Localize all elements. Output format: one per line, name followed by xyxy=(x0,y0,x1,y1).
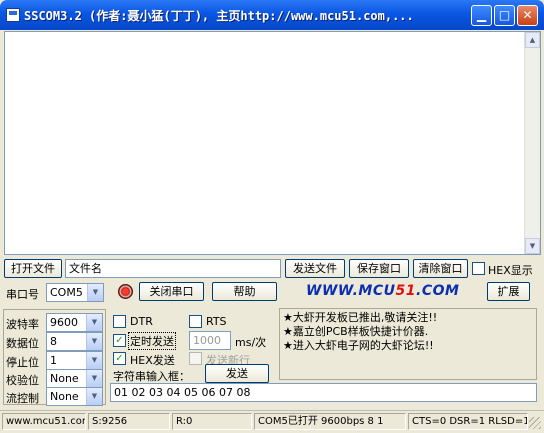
scroll-down-icon[interactable]: ▼ xyxy=(525,238,540,254)
app-icon xyxy=(6,8,20,22)
parity-value: None xyxy=(50,372,79,385)
hex-display-checkbox[interactable] xyxy=(472,262,485,275)
brand-part-2: 51 xyxy=(395,283,416,299)
chevron-down-icon[interactable]: ▼ xyxy=(86,333,102,350)
title-bar[interactable]: SSCOM3.2 (作者:聂小猛(丁丁), 主页http://www.mcu51… xyxy=(0,0,544,30)
rts-checkbox[interactable] xyxy=(189,315,202,328)
port-select[interactable]: COM5 ▼ xyxy=(46,283,104,302)
send-input[interactable]: 01 02 03 04 05 06 07 08 xyxy=(110,383,537,402)
receive-textarea[interactable]: ▲ ▼ xyxy=(4,31,541,255)
status-recv: R:0 xyxy=(172,413,252,430)
input-label: 字符串输入框： xyxy=(113,370,190,383)
rts-label: RTS xyxy=(206,315,227,328)
flow-value: None xyxy=(50,390,79,403)
maximize-icon: □ xyxy=(498,8,511,22)
flow-select[interactable]: None ▼ xyxy=(46,387,103,406)
hex-send-label: HEX发送 xyxy=(130,354,175,367)
brand-logo: WWW.MCU51.COM xyxy=(306,283,459,299)
baud-value: 9600 xyxy=(50,316,78,329)
checkmark-icon: ✓ xyxy=(115,335,124,346)
window-title: SSCOM3.2 (作者:聂小猛(丁丁), 主页http://www.mcu51… xyxy=(24,9,414,23)
close-icon: ✕ xyxy=(522,8,533,22)
timed-send-checkbox[interactable]: ✓ xyxy=(113,334,126,347)
stopbits-value: 1 xyxy=(50,354,57,367)
status-port: COM5已打开 9600bps 8 1 xyxy=(254,413,406,430)
status-sent: S:9256 xyxy=(88,413,170,430)
filename-input[interactable]: 文件名 xyxy=(65,259,281,278)
send-file-button[interactable]: 发送文件 xyxy=(285,259,345,278)
port-status-icon xyxy=(118,284,133,299)
stopbits-select[interactable]: 1 ▼ xyxy=(46,351,103,370)
news-line[interactable]: ★嘉立创PCB样板快捷计价器. xyxy=(283,325,533,339)
send-button[interactable]: 发送 xyxy=(205,364,269,383)
brand-part-1: WWW.MCU xyxy=(306,283,396,299)
brand-part-3: .COM xyxy=(416,283,460,299)
databits-select[interactable]: 8 ▼ xyxy=(46,332,103,351)
close-port-button[interactable]: 关闭串口 xyxy=(139,282,204,301)
status-site: www.mcu51.com xyxy=(2,413,86,430)
send-newline-checkbox[interactable] xyxy=(189,352,202,365)
databits-value: 8 xyxy=(50,335,57,348)
close-button[interactable]: ✕ xyxy=(517,5,538,26)
databits-label: 数据位 xyxy=(6,337,39,350)
help-button[interactable]: 帮助 xyxy=(212,282,277,301)
hex-send-checkbox[interactable]: ✓ xyxy=(113,352,126,365)
parity-select[interactable]: None ▼ xyxy=(46,369,103,388)
expand-button[interactable]: 扩展 xyxy=(487,282,530,301)
clear-window-button[interactable]: 清除窗口 xyxy=(413,259,468,278)
news-line[interactable]: ★大虾开发板已推出,敬请关注!! xyxy=(283,311,533,325)
news-line[interactable]: ★进入大虾电子网的大虾论坛!! xyxy=(283,339,533,353)
status-lines: CTS=0 DSR=1 RLSD=1 xyxy=(408,413,528,430)
dtr-checkbox[interactable] xyxy=(113,315,126,328)
sscom-window: SSCOM3.2 (作者:聂小猛(丁丁), 主页http://www.mcu51… xyxy=(0,0,544,433)
scroll-up-icon[interactable]: ▲ xyxy=(525,32,540,48)
interval-unit: ms/次 xyxy=(235,336,267,349)
hex-display-label: HEX显示 xyxy=(488,264,533,277)
interval-input[interactable]: 1000 xyxy=(189,331,231,350)
news-box: ★大虾开发板已推出,敬请关注!! ★嘉立创PCB样板快捷计价器. ★进入大虾电子… xyxy=(279,308,537,380)
chevron-down-icon[interactable]: ▼ xyxy=(86,352,102,369)
receive-scrollbar[interactable]: ▲ ▼ xyxy=(524,32,540,254)
maximize-button[interactable]: □ xyxy=(494,5,515,26)
timed-send-label: 定时发送 xyxy=(128,332,176,350)
port-label: 串口号 xyxy=(6,288,39,301)
status-bar: www.mcu51.com S:9256 R:0 COM5已打开 9600bps… xyxy=(0,410,544,433)
chevron-down-icon[interactable]: ▼ xyxy=(87,284,103,301)
baud-select[interactable]: 9600 ▼ xyxy=(46,313,103,332)
port-value: COM5 xyxy=(50,286,83,299)
checkmark-icon: ✓ xyxy=(115,353,124,364)
open-file-button[interactable]: 打开文件 xyxy=(4,259,62,278)
resize-grip-icon[interactable] xyxy=(529,417,541,429)
minimize-icon: ▁ xyxy=(476,8,487,22)
flow-label: 流控制 xyxy=(6,392,39,405)
chevron-down-icon[interactable]: ▼ xyxy=(86,314,102,331)
save-window-button[interactable]: 保存窗口 xyxy=(349,259,409,278)
chevron-down-icon[interactable]: ▼ xyxy=(86,388,102,405)
minimize-button[interactable]: ▁ xyxy=(471,5,492,26)
baud-label: 波特率 xyxy=(6,318,39,331)
stopbits-label: 停止位 xyxy=(6,356,39,369)
parity-label: 校验位 xyxy=(6,374,39,387)
dtr-label: DTR xyxy=(130,315,153,328)
chevron-down-icon[interactable]: ▼ xyxy=(86,370,102,387)
